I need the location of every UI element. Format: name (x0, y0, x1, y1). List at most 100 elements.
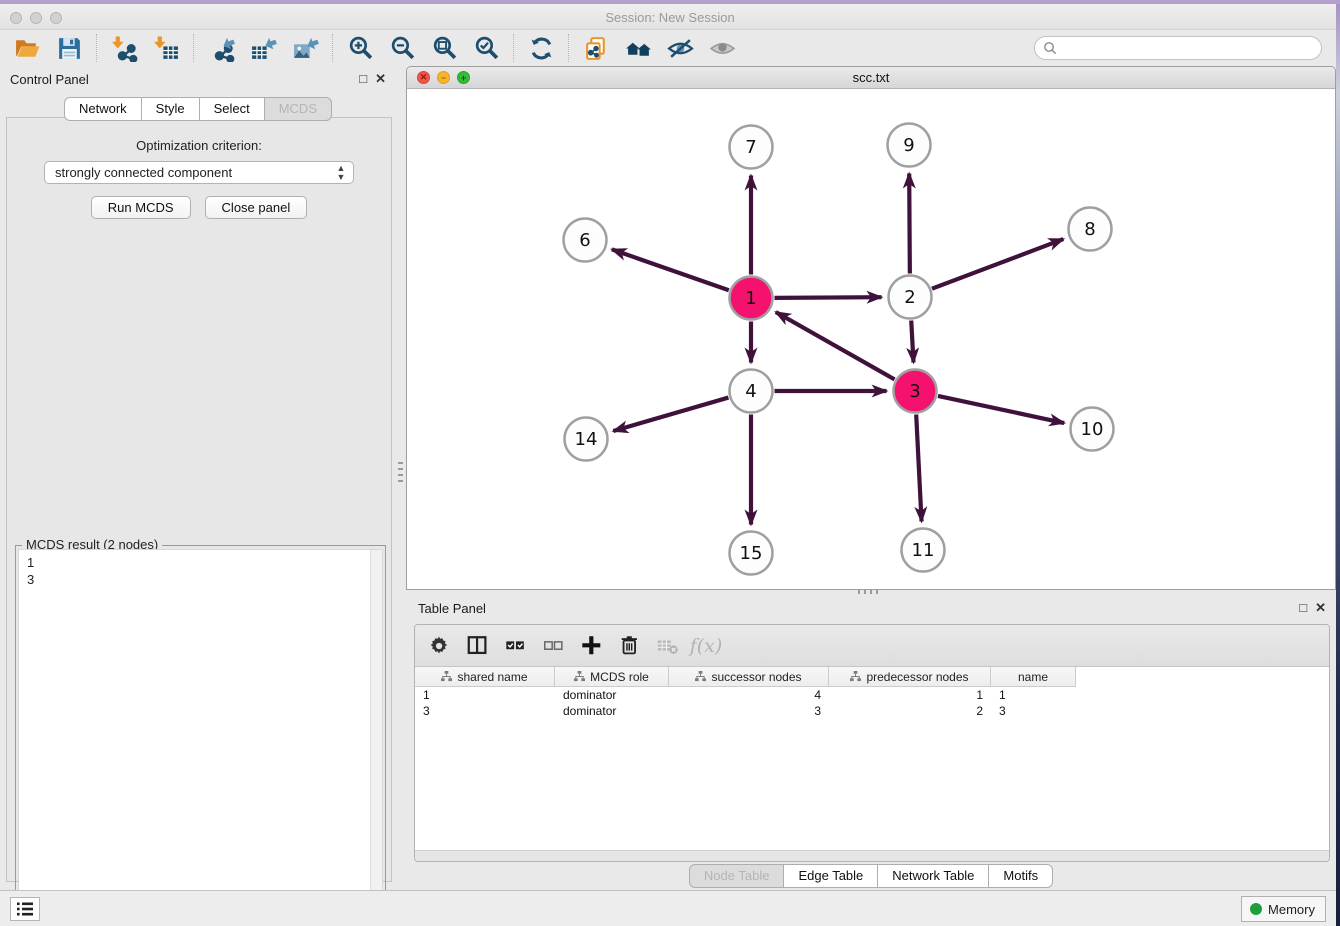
edge-2-9[interactable] (909, 173, 910, 273)
graph-node-11[interactable]: 11 (902, 529, 945, 572)
tab-edge-table[interactable]: Edge Table (783, 864, 877, 888)
optimization-criterion-label: Optimization criterion: (7, 138, 391, 153)
column-visibility-icon[interactable] (463, 631, 493, 661)
table-cell: 1 (829, 687, 991, 703)
zoom-in-icon[interactable] (345, 34, 375, 62)
edge-1-2[interactable] (774, 297, 881, 298)
delete-table-icon[interactable] (653, 631, 683, 661)
tab-network[interactable]: Network (64, 97, 141, 121)
table-panel-float-icon[interactable]: □ (1299, 600, 1307, 615)
table-cell: 3 (669, 703, 829, 719)
tab-motifs[interactable]: Motifs (988, 864, 1053, 888)
column-type-icon (441, 671, 452, 682)
edge-2-8[interactable] (932, 239, 1063, 289)
horizontal-splitter-handle[interactable] (858, 590, 880, 594)
deselect-all-rows-icon[interactable] (539, 631, 569, 661)
memory-status-dot (1250, 903, 1262, 915)
import-table-icon[interactable] (151, 34, 181, 62)
table-settings-icon[interactable] (425, 631, 455, 661)
table-panel-close-icon[interactable]: ✕ (1315, 600, 1326, 615)
table-cell: 3 (415, 703, 555, 719)
desktop-top-edge (0, 0, 1340, 4)
refresh-icon[interactable] (526, 34, 556, 62)
close-panel-button[interactable]: Close panel (205, 196, 308, 219)
mcds-result-node: 3 (27, 571, 374, 588)
graph-node-2[interactable]: 2 (889, 276, 932, 319)
column-type-icon (574, 671, 585, 682)
svg-text:6: 6 (579, 230, 590, 251)
node-table[interactable]: shared nameMCDS rolesuccessor nodesprede… (415, 667, 1329, 719)
svg-text:15: 15 (740, 543, 763, 564)
clone-network-icon[interactable] (581, 34, 611, 62)
memory-button[interactable]: Memory (1241, 896, 1326, 922)
column-header-successor-nodes[interactable]: successor nodes (669, 667, 829, 687)
tab-select[interactable]: Select (199, 97, 264, 121)
graph-node-15[interactable]: 15 (730, 532, 773, 575)
edge-2-3[interactable] (911, 320, 913, 362)
mcds-result-list[interactable]: 13 (18, 549, 383, 925)
graph-node-7[interactable]: 7 (730, 126, 773, 169)
import-network-icon[interactable] (109, 34, 139, 62)
graph-node-1[interactable]: 1 (730, 277, 773, 320)
table-bottom-strip (415, 850, 1329, 861)
graph-node-10[interactable]: 10 (1071, 408, 1114, 451)
tab-mcds[interactable]: MCDS (264, 97, 332, 121)
column-header-shared-name[interactable]: shared name (415, 667, 555, 687)
graph-node-8[interactable]: 8 (1069, 208, 1112, 251)
tab-network-table[interactable]: Network Table (877, 864, 988, 888)
svg-text:10: 10 (1081, 419, 1104, 440)
zoom-out-icon[interactable] (387, 34, 417, 62)
edge-3-1[interactable] (776, 312, 895, 379)
control-panel-float-icon[interactable]: □ (359, 71, 367, 86)
save-session-icon[interactable] (54, 34, 84, 62)
mcds-result-group: MCDS result (2 nodes) 13 (15, 545, 386, 926)
desktop-right-edge (1336, 0, 1340, 926)
graph-node-9[interactable]: 9 (888, 124, 931, 167)
column-header-MCDS-role[interactable]: MCDS role (555, 667, 669, 687)
zoom-selected-icon[interactable] (471, 34, 501, 62)
hide-selected-icon[interactable] (665, 34, 695, 62)
graph-node-4[interactable]: 4 (730, 370, 773, 413)
edge-3-11[interactable] (916, 414, 921, 521)
column-type-icon (850, 671, 861, 682)
result-scrollbar[interactable] (370, 550, 382, 924)
optimization-criterion-select[interactable]: strongly connected component ▲▼ (44, 161, 354, 184)
open-session-icon[interactable] (12, 34, 42, 62)
search-input[interactable] (1057, 38, 1321, 58)
column-header-predecessor-nodes[interactable]: predecessor nodes (829, 667, 991, 687)
task-history-button[interactable] (10, 897, 40, 921)
tab-style[interactable]: Style (141, 97, 199, 121)
function-builder-icon[interactable]: f(x) (691, 631, 721, 661)
select-all-rows-icon[interactable] (501, 631, 531, 661)
network-canvas[interactable]: 7 9 6 8 1 2 4 3 14 10 15 11 (407, 89, 1335, 589)
show-all-icon[interactable] (707, 34, 737, 62)
table-toolbar: f(x) (415, 625, 1329, 667)
table-row[interactable]: 1dominator411 (415, 687, 1329, 703)
graph-node-3[interactable]: 3 (894, 370, 937, 413)
run-mcds-button[interactable]: Run MCDS (91, 196, 191, 219)
network-view-window: ✕ − + scc.txt 7 9 6 8 1 2 4 3 14 10 15 11 (406, 66, 1336, 590)
apply-layout-icon[interactable] (623, 34, 653, 62)
add-column-icon[interactable] (577, 631, 607, 661)
edge-4-14[interactable] (613, 398, 728, 431)
network-window-titlebar[interactable]: ✕ − + scc.txt (407, 67, 1335, 89)
vertical-splitter-handle[interactable] (398, 462, 403, 486)
export-table-icon[interactable] (248, 34, 278, 62)
column-header-name[interactable]: name (991, 667, 1076, 687)
edge-1-6[interactable] (612, 249, 729, 290)
search-box[interactable] (1034, 36, 1322, 60)
export-image-icon[interactable] (290, 34, 320, 62)
export-network-icon[interactable] (206, 34, 236, 62)
graph-node-14[interactable]: 14 (565, 418, 608, 461)
delete-column-icon[interactable] (615, 631, 645, 661)
node-table-card: f(x) shared nameMCDS rolesuccessor nodes… (414, 624, 1330, 862)
window-titlebar[interactable]: Session: New Session (0, 4, 1340, 30)
svg-text:9: 9 (903, 135, 914, 156)
svg-text:2: 2 (904, 287, 915, 308)
graph-node-6[interactable]: 6 (564, 219, 607, 262)
control-panel-close-icon[interactable]: ✕ (375, 71, 386, 86)
zoom-fit-icon[interactable] (429, 34, 459, 62)
table-row[interactable]: 3dominator323 (415, 703, 1329, 719)
edge-3-10[interactable] (938, 396, 1064, 423)
tab-node-table[interactable]: Node Table (689, 864, 784, 888)
